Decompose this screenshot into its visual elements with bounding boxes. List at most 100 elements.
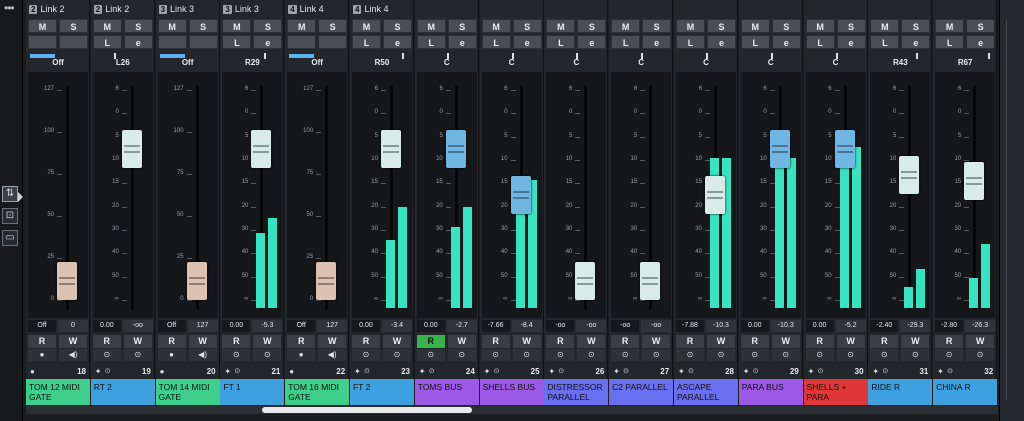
channel-header[interactable] — [544, 4, 608, 16]
peak-value[interactable]: -10.3 — [770, 320, 801, 332]
peak-value[interactable]: -29.3 — [900, 320, 931, 332]
listen-icon[interactable]: ⊙ — [577, 349, 606, 361]
edit-button[interactable]: e — [382, 35, 412, 49]
solo-button[interactable]: S — [59, 19, 88, 33]
edit-button[interactable]: e — [512, 35, 542, 49]
volume-value[interactable]: Off — [287, 320, 316, 332]
channel-header[interactable]: 3 Link 3 — [220, 4, 284, 16]
pan-value[interactable]: Off — [287, 58, 347, 69]
listen-button[interactable]: L — [546, 35, 576, 49]
write-automation-button[interactable]: W — [59, 335, 87, 348]
write-automation-button[interactable]: W — [706, 335, 735, 348]
fader-handle[interactable] — [640, 262, 661, 300]
read-automation-button[interactable]: R — [92, 335, 121, 348]
channel-name[interactable]: ASCAPE PARALLEL — [673, 379, 738, 405]
mute-button[interactable]: M — [546, 19, 576, 33]
write-automation-button[interactable]: W — [836, 335, 865, 348]
pan-value[interactable]: C — [806, 58, 866, 69]
channel-header[interactable] — [609, 4, 673, 16]
peak-value[interactable]: -2.7 — [446, 320, 477, 332]
solo-button[interactable]: S — [318, 19, 348, 33]
channel-name[interactable]: SHELLS BUS — [479, 379, 544, 405]
edit-button[interactable] — [318, 35, 348, 49]
routing-icon[interactable]: ✦ — [613, 367, 620, 376]
listen-icon[interactable]: ⊙ — [901, 349, 930, 361]
solo-button[interactable]: S — [706, 19, 736, 33]
read-automation-button[interactable]: R — [481, 335, 510, 348]
monitor-icon[interactable]: ⊙ — [675, 349, 704, 361]
listen-button[interactable]: L — [740, 35, 770, 49]
solo-button[interactable]: S — [253, 19, 283, 33]
pan-value[interactable]: R29 — [222, 58, 282, 69]
read-automation-button[interactable]: R — [740, 335, 769, 348]
speaker-icon[interactable]: ◀) — [59, 349, 87, 361]
volume-value[interactable]: 0.00 — [805, 320, 834, 332]
routing-icon[interactable]: ✦ — [743, 367, 750, 376]
fader-handle[interactable] — [769, 130, 790, 168]
solo-button[interactable]: S — [382, 19, 412, 33]
edit-button[interactable]: e — [771, 35, 801, 49]
solo-button[interactable]: S — [577, 19, 607, 33]
channel-header[interactable]: 2 Link 2 — [91, 4, 155, 16]
monitor-icon[interactable]: ⊙ — [611, 349, 640, 361]
monitor-icon[interactable]: ▭ — [2, 230, 18, 246]
read-automation-button[interactable]: R — [287, 335, 316, 348]
mute-button[interactable]: M — [351, 19, 381, 33]
mute-button[interactable]: M — [805, 19, 835, 33]
pan-value[interactable]: C — [676, 58, 736, 69]
pan-value[interactable]: C — [417, 58, 477, 69]
edit-button[interactable]: e — [901, 35, 931, 49]
channel-header[interactable] — [804, 4, 868, 16]
read-automation-button[interactable]: R — [870, 335, 899, 348]
listen-icon[interactable]: ⊙ — [771, 349, 800, 361]
routing-icon[interactable]: ✦ — [548, 367, 555, 376]
record-enable-icon[interactable]: ● — [28, 349, 56, 361]
volume-value[interactable]: -7.66 — [481, 320, 510, 332]
channel-name[interactable]: RT 2 — [90, 379, 155, 405]
solo-button[interactable]: S — [901, 19, 931, 33]
solo-button[interactable]: S — [512, 19, 542, 33]
edit-button[interactable]: e — [123, 35, 153, 49]
listen-button[interactable]: L — [481, 35, 511, 49]
insert-icon[interactable]: ⊙ — [688, 367, 694, 375]
inserts-icon[interactable]: ⊡ — [2, 208, 18, 224]
fader-handle[interactable] — [510, 176, 531, 214]
insert-icon[interactable]: ⊙ — [429, 367, 435, 375]
listen-icon[interactable]: ⊙ — [512, 349, 541, 361]
volume-value[interactable]: 0.00 — [222, 320, 251, 332]
channel-header[interactable] — [415, 4, 479, 16]
mute-button[interactable]: M — [870, 19, 900, 33]
peak-value[interactable]: -5.2 — [835, 320, 866, 332]
listen-button[interactable]: L — [416, 35, 446, 49]
routing-icon[interactable]: ✦ — [224, 367, 231, 376]
listen-icon[interactable]: ⊙ — [836, 349, 865, 361]
insert-icon[interactable]: ⊙ — [364, 367, 370, 375]
listen-icon[interactable]: ⊙ — [253, 349, 282, 361]
pan-value[interactable]: R43 — [870, 58, 930, 69]
mute-button[interactable]: M — [92, 19, 122, 33]
peak-value[interactable]: 127 — [187, 320, 218, 332]
write-automation-button[interactable]: W — [771, 335, 800, 348]
read-automation-button[interactable]: R — [351, 335, 380, 348]
routing-icon[interactable]: ✦ — [808, 367, 815, 376]
pan-value[interactable]: C — [482, 58, 542, 69]
write-automation-button[interactable]: W — [901, 335, 930, 348]
expand-arrow-icon[interactable] — [18, 192, 23, 202]
channel-header[interactable]: 4 Link 4 — [285, 4, 349, 16]
routing-icon[interactable]: ✦ — [354, 367, 361, 376]
fader-handle[interactable] — [964, 162, 985, 200]
channel-header[interactable]: 3 Link 3 — [156, 4, 220, 16]
peak-value[interactable]: -5.3 — [252, 320, 283, 332]
mute-button[interactable]: M — [416, 19, 446, 33]
channel-name[interactable]: DISTRESSOR PARALLEL — [544, 379, 609, 405]
listen-icon[interactable]: ⊙ — [642, 349, 671, 361]
monitor-icon[interactable]: ⊙ — [416, 349, 445, 361]
insert-icon[interactable]: ⊙ — [753, 367, 759, 375]
volume-value[interactable]: -oo — [546, 320, 575, 332]
fader-handle[interactable] — [57, 262, 77, 300]
channel-header[interactable] — [868, 4, 932, 16]
pan-value[interactable]: C — [741, 58, 801, 69]
routing-icon[interactable]: ✦ — [484, 367, 491, 376]
peak-value[interactable]: -oo — [641, 320, 672, 332]
channel-name[interactable]: TOM 14 MIDI GATE — [155, 379, 220, 405]
